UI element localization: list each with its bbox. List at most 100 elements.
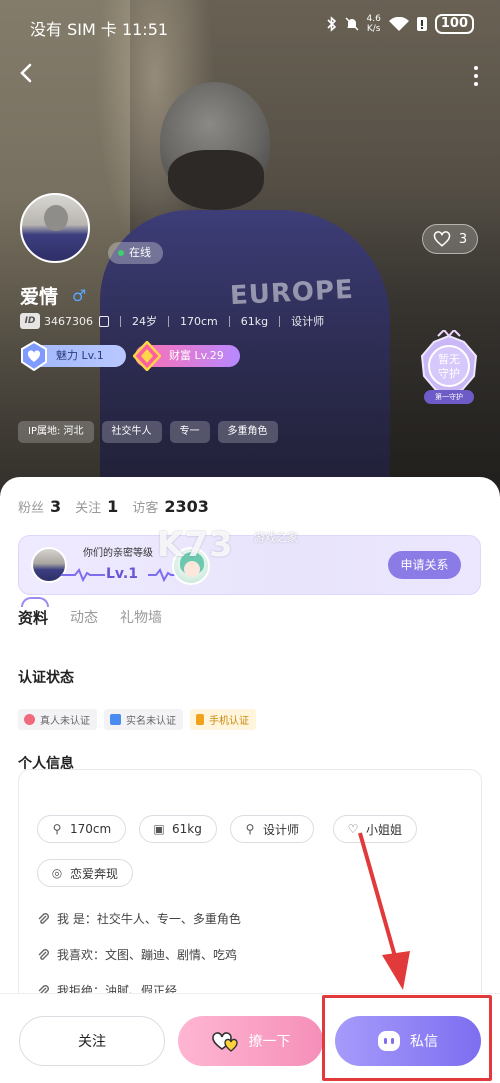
tab-gift-wall[interactable]: 礼物墙 (120, 607, 162, 628)
alert-icon (416, 17, 427, 31)
battery-indicator: 100 (434, 14, 474, 34)
tag-item: 多重角色 (217, 421, 278, 443)
profile-tabs: 资料 动态 礼物墙 (18, 597, 162, 628)
detail-text: 我喜欢：文图、蹦迪、剧情、吃鸡 (57, 948, 238, 962)
user-job: 设计师 (291, 315, 325, 328)
tag-item: 专一 (169, 421, 210, 443)
wealth-level-badge[interactable]: 财富 Lv.29 (133, 341, 240, 371)
user-id: 3467306 (44, 314, 93, 328)
charm-heart-shield-icon (21, 341, 47, 371)
tag-item: 社交牛人 (101, 421, 162, 443)
guardian-badge[interactable]: 暂无 守护 第一守护 (414, 328, 484, 410)
status-time: 没有 SIM 卡 11:51 (30, 20, 169, 39)
charm-level-label: 魅力 Lv.1 (56, 349, 104, 362)
certification-list: 真人未认证 实名未认证 手机认证 (18, 709, 256, 730)
guardian-text-1: 暂无 (438, 353, 460, 366)
paperclip-icon (38, 948, 49, 960)
chip-weight: ▣ 61kg (139, 815, 217, 843)
tab-moments[interactable]: 动态 (70, 607, 98, 628)
visitors-label[interactable]: 访客 (132, 497, 158, 516)
avatar[interactable] (20, 193, 90, 263)
follow-button[interactable]: 关注 (19, 1016, 165, 1066)
detail-i-am: 我 是：社交牛人、专一、多重角色 (37, 910, 241, 927)
chip-label: 小姐姐 (366, 822, 403, 837)
ruler-icon: ⚲ (52, 822, 62, 836)
hearts-icon (211, 1032, 238, 1052)
following-count[interactable]: 1 (107, 497, 118, 516)
cert-label: 真人未认证 (40, 716, 90, 727)
cert-real-person[interactable]: 真人未认证 (18, 709, 97, 730)
highlight-box (322, 995, 492, 1081)
following-label[interactable]: 关注 (75, 497, 101, 516)
wealth-diamond-icon (133, 341, 161, 371)
online-status-label: 在线 (129, 246, 151, 259)
charm-level-badge[interactable]: 魅力 Lv.1 (21, 341, 126, 371)
scale-icon: ▣ (153, 822, 165, 836)
mute-bell-icon (345, 17, 359, 31)
chevron-left-icon (20, 63, 32, 83)
flirt-label: 撩一下 (248, 1034, 291, 1050)
status-icons: 4.6 K/s 100 (326, 14, 474, 34)
heart-icon (433, 231, 451, 247)
intimacy-label: 你们的亲密等级 (83, 548, 153, 559)
flirt-button[interactable]: 撩一下 (178, 1016, 323, 1066)
cert-label: 实名未认证 (126, 716, 176, 727)
certification-title: 认证状态 (18, 670, 74, 686)
user-height: 170cm (180, 314, 218, 328)
more-options-button[interactable] (472, 64, 480, 88)
guardian-text-2: 守护 (438, 367, 460, 380)
intimacy-card[interactable]: 你们的亲密等级 Lv.1 申请关系 (18, 535, 481, 595)
chip-label: 设计师 (263, 822, 300, 837)
online-dot-icon (118, 250, 124, 256)
cert-label: 手机认证 (209, 716, 249, 727)
user-weight: 61kg (240, 314, 269, 328)
fans-label[interactable]: 粉丝 (18, 497, 44, 516)
heart-outline-icon: ♡ (347, 822, 359, 836)
guardian-rank-label: 第一守护 (424, 390, 474, 404)
intimacy-level: Lv.1 (106, 566, 138, 582)
chip-label: 61kg (172, 822, 202, 836)
id-badge: ID (20, 313, 40, 329)
like-count: 3 (458, 231, 468, 247)
chip-height: ⚲ 170cm (37, 815, 127, 843)
detail-likes: 我喜欢：文图、蹦迪、剧情、吃鸡 (37, 946, 237, 963)
back-button[interactable] (18, 62, 42, 88)
username: 爱情 (20, 286, 59, 308)
target-icon: ◎ (51, 866, 63, 880)
chip-job: ⚲ 设计师 (230, 815, 315, 843)
cert-real-name[interactable]: 实名未认证 (104, 709, 183, 730)
personal-info-card: ⚲ 170cm ▣ 61kg ⚲ 设计师 ♡ 小姐姐 ◎ 恋爱奔现 我 是：社交… (18, 769, 482, 1029)
heart-icon (24, 714, 35, 725)
chip-label: 恋爱奔现 (70, 866, 119, 881)
heartbeat-wave-icon (61, 568, 105, 582)
fans-count[interactable]: 3 (50, 497, 61, 516)
copy-icon[interactable] (99, 315, 109, 327)
profile-info-row: ID 3467306 24岁 170cm 61kg 设计师 (20, 312, 324, 330)
chip-type: ♡ 小姐姐 (333, 815, 418, 843)
user-age: 24岁 (132, 315, 157, 328)
tab-profile[interactable]: 资料 (18, 597, 50, 628)
bluetooth-icon (326, 16, 336, 32)
chip-label: 170cm (70, 822, 112, 836)
username-row: 爱情 ♂ (20, 282, 86, 309)
like-button[interactable]: 3 (422, 224, 478, 254)
profile-tags: IP属地: 河北 社交牛人 专一 多重角色 (18, 421, 278, 443)
stats-row: 粉丝 3 关注 1 访客 2303 (18, 497, 223, 516)
tag-location: IP属地: 河北 (18, 421, 94, 443)
status-bar: 没有 SIM 卡 11:51 4.6 K/s 100 (0, 8, 500, 42)
wifi-icon (388, 16, 409, 31)
wealth-level-label: 财富 Lv.29 (169, 349, 224, 362)
paperclip-icon (38, 912, 49, 924)
cert-phone[interactable]: 手机认证 (190, 709, 256, 730)
male-gender-icon: ♂ (72, 286, 87, 305)
detail-text: 我 是：社交牛人、专一、多重角色 (57, 912, 241, 926)
phone-icon (196, 714, 204, 725)
visitors-count[interactable]: 2303 (164, 497, 209, 516)
online-status-badge: 在线 (108, 242, 163, 264)
apply-relationship-button[interactable]: 申请关系 (388, 551, 461, 579)
briefcase-icon: ⚲ (245, 822, 255, 836)
id-card-icon (110, 714, 121, 725)
watermark-logo: K73 (157, 525, 234, 565)
follow-label: 关注 (78, 1034, 106, 1050)
watermark-subtitle: 游戏之家 (254, 531, 298, 544)
